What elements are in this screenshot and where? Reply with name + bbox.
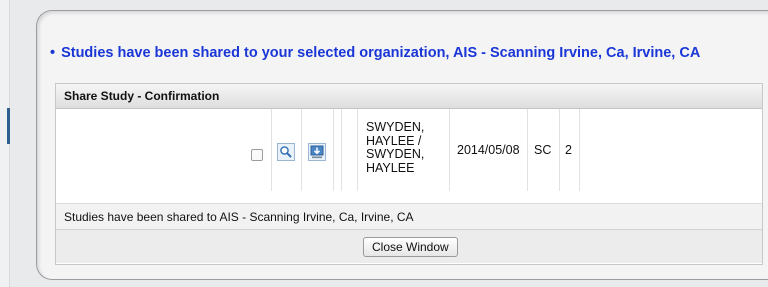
image-count-cell: 2 <box>559 109 580 191</box>
close-window-button[interactable]: Close Window <box>363 237 458 257</box>
column-divider <box>333 109 334 191</box>
study-date: 2014/05/08 <box>457 143 520 157</box>
column-divider <box>301 109 302 191</box>
download-icon[interactable] <box>308 143 326 161</box>
study-date-cell: 2014/05/08 <box>449 109 528 191</box>
notice-text: Studies have been shared to your selecte… <box>61 45 701 61</box>
notice-bullet: • <box>50 45 56 61</box>
left-sidebar-marker <box>7 108 10 144</box>
column-divider <box>341 109 342 191</box>
column-divider <box>271 109 272 191</box>
share-confirmation-box: Share Study - Confirmation SWYDEN, HAYLE… <box>55 83 763 265</box>
table-row: SWYDEN, HAYLEE / SWYDEN, HAYLEE 2014/05/… <box>56 109 762 191</box>
share-notice: • Studies have been shared to your select… <box>50 45 768 61</box>
magnifier-icon[interactable] <box>277 143 295 161</box>
image-count: 2 <box>565 143 572 157</box>
button-bar: Close Window <box>56 229 762 263</box>
column-divider <box>579 109 580 191</box>
modality: SC <box>534 143 552 157</box>
patient-name: SWYDEN, HAYLEE / SWYDEN, HAYLEE <box>366 120 425 175</box>
study-checkbox[interactable] <box>251 149 263 161</box>
modality-cell: SC <box>527 109 560 191</box>
share-status-message: Studies have been shared to AIS - Scanni… <box>56 203 762 229</box>
patient-name-cell: SWYDEN, HAYLEE / SWYDEN, HAYLEE <box>357 109 450 191</box>
confirmation-title: Share Study - Confirmation <box>56 84 762 109</box>
